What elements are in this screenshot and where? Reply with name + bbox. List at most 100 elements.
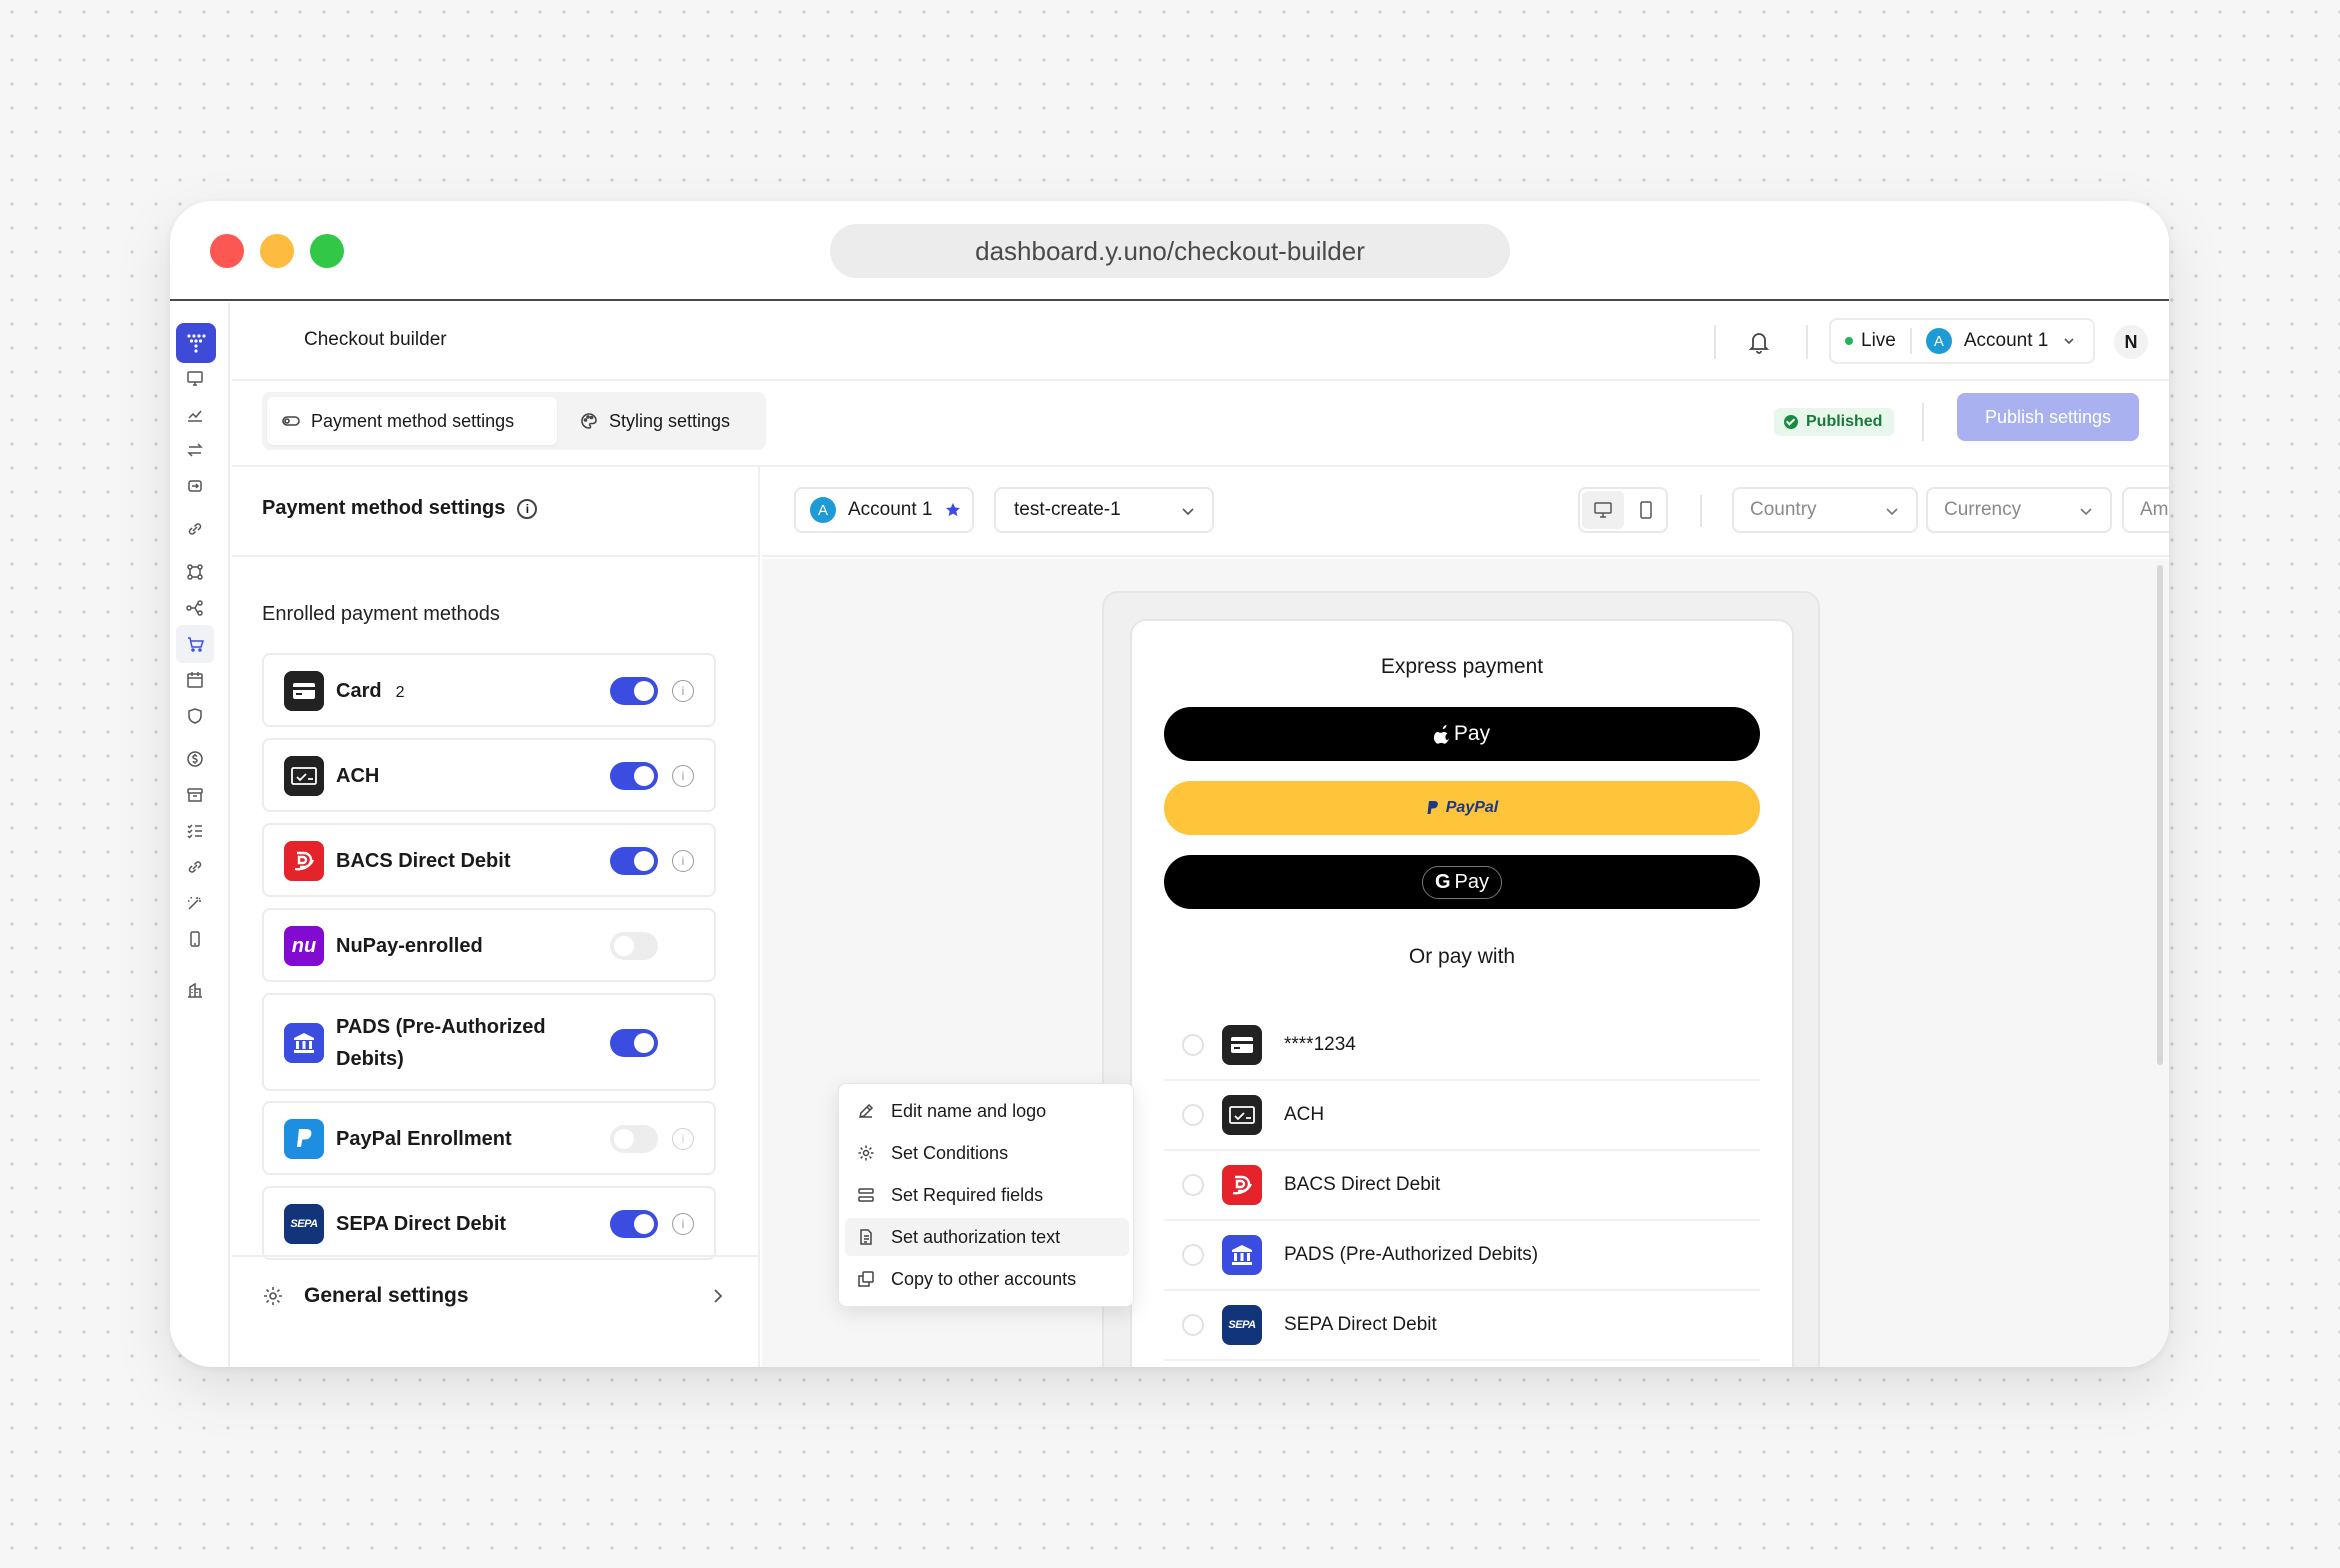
minimize-window-icon[interactable]: [260, 234, 294, 268]
radio-button[interactable]: [1182, 1244, 1204, 1266]
transfer-icon[interactable]: [182, 437, 208, 463]
preview-account-selector[interactable]: A Account 1: [794, 487, 974, 533]
google-pay-mark: G Pay: [1421, 865, 1503, 899]
gear-icon: [858, 1145, 874, 1161]
general-settings-row[interactable]: General settings: [232, 1255, 758, 1335]
bank-icon: [284, 1023, 324, 1063]
info-icon[interactable]: i: [672, 1213, 694, 1235]
method-card[interactable]: Card 2 i: [262, 653, 716, 727]
payment-option-row[interactable]: SEPA SEPA Direct Debit: [1164, 1291, 1760, 1361]
paypal-logo-icon: [1427, 801, 1438, 814]
payment-option-row[interactable]: PADS (Pre-Authorized Debits): [1164, 1221, 1760, 1291]
apple-pay-button[interactable]: Pay: [1164, 707, 1760, 761]
country-select[interactable]: Country: [1732, 487, 1918, 533]
radio-button[interactable]: [1182, 1314, 1204, 1336]
info-icon[interactable]: i: [672, 765, 694, 787]
maximize-window-icon[interactable]: [310, 234, 344, 268]
page-title: Checkout builder: [304, 329, 447, 350]
menu-item-set-authorization-text[interactable]: Set authorization text: [845, 1218, 1129, 1256]
payment-option-row[interactable]: ****1234: [1164, 1011, 1760, 1081]
archive-icon[interactable]: [182, 782, 208, 808]
info-icon[interactable]: i: [672, 1128, 694, 1150]
tab-label: Styling settings: [609, 410, 731, 431]
user-avatar[interactable]: N: [2114, 325, 2148, 359]
method-context-menu: Edit name and logo Set Conditions Set Re…: [838, 1083, 1134, 1307]
info-icon[interactable]: i: [672, 680, 694, 702]
method-pads[interactable]: PADS (Pre-Authorized Debits): [262, 993, 716, 1091]
check-circle-icon: [1784, 415, 1798, 429]
environment-account-switcher[interactable]: Live A Account 1: [1829, 318, 2095, 364]
menu-item-copy-to-accounts[interactable]: Copy to other accounts: [845, 1260, 1129, 1298]
menu-item-set-conditions[interactable]: Set Conditions: [845, 1134, 1129, 1172]
method-sepa-direct-debit[interactable]: SEPA SEPA Direct Debit i: [262, 1186, 716, 1260]
toggle-icon: [282, 416, 300, 426]
method-name: PADS (Pre-Authorized Debits): [336, 1016, 546, 1070]
radio-button[interactable]: [1182, 1104, 1204, 1126]
close-window-icon[interactable]: [210, 234, 244, 268]
chart-icon[interactable]: [182, 401, 208, 427]
palette-icon: [581, 413, 597, 429]
building-icon[interactable]: [182, 977, 208, 1003]
google-pay-button[interactable]: G Pay: [1164, 855, 1760, 909]
bell-icon[interactable]: [1744, 327, 1774, 357]
mobile-view-icon[interactable]: [1626, 491, 1666, 529]
brand-logo-icon[interactable]: [176, 323, 216, 363]
method-toggle[interactable]: [610, 677, 658, 705]
apple-pay-label: Pay: [1453, 722, 1491, 745]
checkout-selector[interactable]: test-create-1: [994, 487, 1214, 533]
method-bacs-direct-debit[interactable]: BACS Direct Debit i: [262, 823, 716, 897]
payment-option-label: PADS (Pre-Authorized Debits): [1284, 1244, 1539, 1265]
refresh-icon[interactable]: [182, 473, 208, 499]
method-name: BACS Direct Debit: [336, 850, 511, 872]
method-name: ACH: [336, 765, 380, 787]
info-icon[interactable]: i: [672, 850, 694, 872]
checklist-icon[interactable]: [182, 818, 208, 844]
method-nupay-enrolled[interactable]: nu NuPay-enrolled: [262, 908, 716, 982]
credit-card-icon: [1222, 1025, 1262, 1065]
tab-payment-method-settings[interactable]: Payment method settings: [267, 397, 557, 445]
link-icon[interactable]: [182, 516, 208, 542]
payment-option-row[interactable]: BACS Direct Debit: [1164, 1151, 1760, 1221]
payment-option-row[interactable]: ACH: [1164, 1081, 1760, 1151]
chevron-right-icon: [714, 1289, 723, 1303]
magic-wand-icon[interactable]: [182, 890, 208, 916]
environment-label: Live: [1861, 330, 1896, 351]
divider: [1700, 495, 1702, 527]
method-toggle[interactable]: [610, 1029, 658, 1057]
menu-item-set-required-fields[interactable]: Set Required fields: [845, 1176, 1129, 1214]
shield-icon[interactable]: [182, 703, 208, 729]
nav-rail: [170, 303, 230, 1367]
info-icon[interactable]: i: [517, 498, 538, 519]
menu-item-edit-name-logo[interactable]: Edit name and logo: [845, 1092, 1129, 1130]
amount-input[interactable]: Amount: [2122, 487, 2169, 533]
status-badge-label: Published: [1806, 413, 1883, 430]
method-paypal-enrollment[interactable]: PayPal Enrollment i: [262, 1101, 716, 1175]
ach-check-icon: [284, 756, 324, 796]
preview-scrollbar[interactable]: [2157, 565, 2163, 1065]
cart-icon[interactable]: [176, 625, 214, 663]
link-icon[interactable]: [182, 854, 208, 880]
method-toggle[interactable]: [610, 1125, 658, 1153]
desktop-view-icon[interactable]: [1582, 491, 1624, 529]
method-toggle[interactable]: [610, 1210, 658, 1238]
method-toggle[interactable]: [610, 762, 658, 790]
paypal-button[interactable]: PayPal: [1164, 781, 1760, 835]
enrolled-methods-heading: Enrolled payment methods: [262, 603, 500, 625]
chevron-down-icon[interactable]: [2167, 333, 2169, 351]
method-toggle[interactable]: [610, 932, 658, 960]
monitor-icon[interactable]: [182, 365, 208, 391]
phone-icon[interactable]: [182, 926, 208, 952]
calendar-icon[interactable]: [182, 667, 208, 693]
publish-settings-button[interactable]: Publish settings: [1957, 393, 2139, 441]
tab-styling-settings[interactable]: Styling settings: [565, 397, 761, 445]
nodes-icon[interactable]: [182, 559, 208, 585]
dollar-icon[interactable]: [182, 746, 208, 772]
radio-button[interactable]: [1182, 1174, 1204, 1196]
tab-label: Payment method settings: [311, 410, 515, 431]
flow-icon[interactable]: [182, 595, 208, 621]
method-toggle[interactable]: [610, 847, 658, 875]
currency-select[interactable]: Currency: [1926, 487, 2112, 533]
radio-button[interactable]: [1182, 1034, 1204, 1056]
method-ach[interactable]: ACH i: [262, 738, 716, 812]
address-bar[interactable]: dashboard.y.uno/checkout-builder: [830, 224, 1510, 278]
